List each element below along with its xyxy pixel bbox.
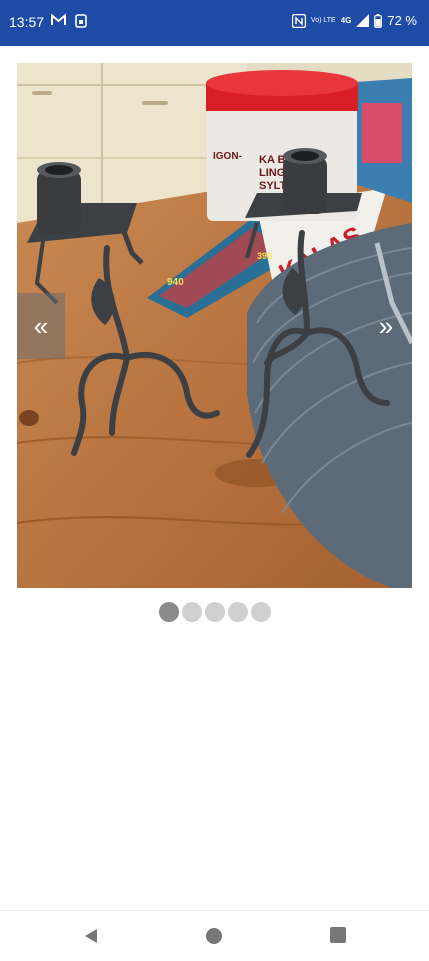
candle-holders-photo: KALAS KA BÖ LINGO SYLT IGON- 940 390 [17, 63, 412, 588]
pagination-dot-2[interactable] [181, 602, 202, 622]
card-price2-text: 390 [257, 251, 272, 261]
status-time: 13:57 [9, 14, 45, 30]
status-bar: 13:57 Vo) LTE 4G 72 % [0, 0, 429, 46]
pagination-dot-5[interactable] [250, 602, 271, 622]
jar-line2-text: SYLT [259, 180, 287, 192]
battery-icon [374, 13, 383, 28]
pagination-dot-3[interactable] [204, 602, 225, 622]
recents-icon[interactable] [330, 927, 346, 943]
system-nav-bar [0, 910, 429, 961]
network-type: Vo) LTE [310, 16, 336, 24]
pagination-dots [0, 602, 429, 622]
pagination-dot-4[interactable] [227, 602, 248, 622]
back-icon[interactable] [82, 927, 100, 945]
home-icon[interactable] [205, 927, 223, 945]
previous-image-button[interactable]: « [17, 293, 65, 359]
network-gen: 4G [340, 15, 352, 25]
status-right: Vo) LTE 4G 72 % [291, 13, 417, 28]
pagination-dot-1[interactable] [158, 602, 179, 622]
nfc-icon [291, 13, 306, 28]
image-gallery: KALAS KA BÖ LINGO SYLT IGON- 940 390 [0, 46, 429, 916]
sim-icon [75, 14, 87, 28]
card-price-text: 940 [167, 277, 184, 288]
listing-photo[interactable]: KALAS KA BÖ LINGO SYLT IGON- 940 390 [17, 63, 412, 588]
jar-brand-text: IGON- [213, 151, 242, 162]
signal-icon [356, 14, 370, 27]
battery-percent: 72 % [387, 13, 417, 28]
gmail-icon [51, 14, 66, 25]
next-image-button[interactable]: » [362, 293, 410, 359]
